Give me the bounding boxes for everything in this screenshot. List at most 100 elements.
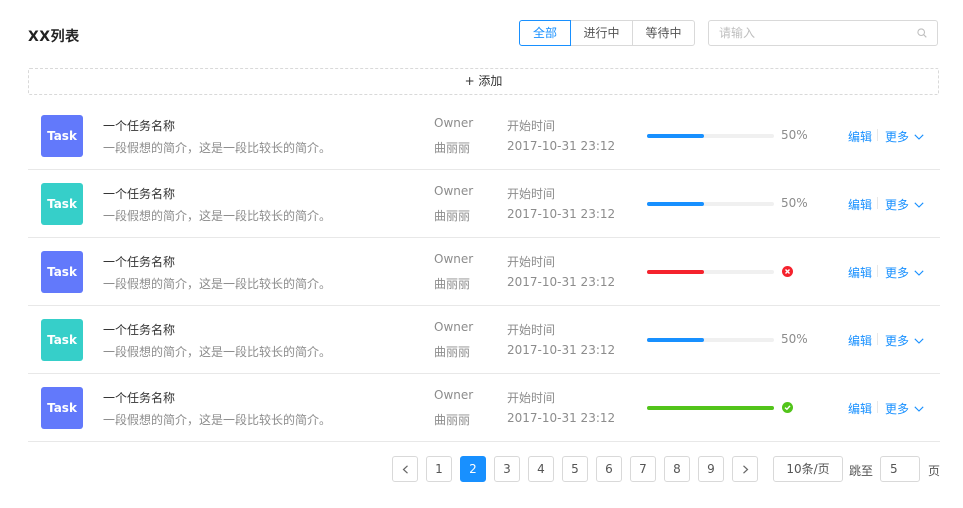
filter-all-button[interactable]: 全部	[519, 20, 571, 46]
avatar: Task	[41, 115, 83, 157]
filter-in-progress-button[interactable]: 进行中	[570, 20, 633, 46]
edit-link[interactable]: 编辑	[848, 332, 872, 349]
owner-name: 曲丽丽	[434, 413, 471, 427]
avatar: Task	[41, 387, 83, 429]
action-divider	[877, 401, 878, 413]
action-divider	[877, 333, 878, 345]
page-suffix: 页	[928, 464, 941, 478]
edit-link[interactable]: 编辑	[848, 264, 872, 281]
chevron-down-icon	[914, 405, 924, 412]
more-label: 更多	[885, 402, 910, 416]
progress-bar	[647, 406, 774, 410]
owner-label: Owner	[434, 252, 474, 266]
task-description: 一段假想的简介，这是一段比较长的简介。	[103, 277, 332, 291]
owner-label: Owner	[434, 320, 474, 334]
owner-name: 曲丽丽	[434, 277, 471, 291]
progress-percent: 50%	[781, 196, 808, 210]
avatar: Task	[41, 183, 83, 225]
task-name: 一个任务名称	[103, 119, 176, 133]
progress-bar	[647, 270, 774, 274]
more-label: 更多	[885, 198, 910, 212]
next-page-button[interactable]	[732, 456, 758, 482]
list-item: Task 一个任务名称 一段假想的简介，这是一段比较长的简介。 Owner 曲丽…	[28, 374, 940, 442]
progress-bar-fill	[647, 134, 705, 138]
add-task-button[interactable]: + 添加	[28, 68, 939, 95]
page-4-button[interactable]: 4	[528, 456, 554, 482]
more-label: 更多	[885, 266, 910, 280]
owner-label: Owner	[434, 388, 474, 402]
owner-name: 曲丽丽	[434, 345, 471, 359]
page-5-button[interactable]: 5	[562, 456, 588, 482]
avatar: Task	[41, 251, 83, 293]
jump-label: 跳至	[849, 464, 874, 478]
start-time-value: 2017-10-31 23:12	[507, 343, 616, 357]
task-description: 一段假想的简介，这是一段比较长的简介。	[103, 141, 332, 155]
action-divider	[877, 265, 878, 277]
task-description: 一段假想的简介，这是一段比较长的简介。	[103, 413, 332, 427]
task-name: 一个任务名称	[103, 391, 176, 405]
start-time-value: 2017-10-31 23:12	[507, 411, 616, 425]
success-icon	[782, 402, 793, 413]
list-item: Task 一个任务名称 一段假想的简介，这是一段比较长的简介。 Owner 曲丽…	[28, 170, 940, 238]
page-9-button[interactable]: 9	[698, 456, 724, 482]
start-time-value: 2017-10-31 23:12	[507, 275, 616, 289]
owner-name: 曲丽丽	[434, 141, 471, 155]
progress-bar	[647, 134, 774, 138]
page-1-button[interactable]: 1	[426, 456, 452, 482]
page-3-button[interactable]: 3	[494, 456, 520, 482]
action-divider	[877, 129, 878, 141]
progress-bar	[647, 202, 774, 206]
progress-bar-fill	[647, 270, 705, 274]
start-time-label: 开始时间	[507, 255, 556, 269]
status-filter-group: 全部 进行中 等待中	[519, 20, 695, 46]
more-dropdown[interactable]: 更多	[885, 128, 924, 145]
start-time-value: 2017-10-31 23:12	[507, 139, 616, 153]
task-name: 一个任务名称	[103, 323, 176, 337]
chevron-left-icon	[402, 465, 408, 474]
edit-link[interactable]: 编辑	[848, 400, 872, 417]
owner-name: 曲丽丽	[434, 209, 471, 223]
search-input[interactable]	[719, 25, 909, 41]
page-6-button[interactable]: 6	[596, 456, 622, 482]
start-time-label: 开始时间	[507, 323, 556, 337]
page-2-button[interactable]: 2	[460, 456, 486, 482]
filter-waiting-button[interactable]: 等待中	[632, 20, 695, 46]
search-icon[interactable]	[917, 28, 927, 38]
more-dropdown[interactable]: 更多	[885, 196, 924, 213]
more-dropdown[interactable]: 更多	[885, 400, 924, 417]
more-label: 更多	[885, 130, 910, 144]
edit-link[interactable]: 编辑	[848, 196, 872, 213]
action-divider	[877, 197, 878, 209]
pagination: 123456789 10条/页 跳至 页	[0, 456, 963, 484]
page-size-select[interactable]: 10条/页	[773, 456, 843, 482]
more-dropdown[interactable]: 更多	[885, 332, 924, 349]
task-description: 一段假想的简介，这是一段比较长的简介。	[103, 345, 332, 359]
owner-label: Owner	[434, 116, 474, 130]
more-dropdown[interactable]: 更多	[885, 264, 924, 281]
progress-bar-fill	[647, 338, 705, 342]
chevron-right-icon	[743, 465, 749, 474]
task-list: Task 一个任务名称 一段假想的简介，这是一段比较长的简介。 Owner 曲丽…	[28, 102, 940, 442]
list-item: Task 一个任务名称 一段假想的简介，这是一段比较长的简介。 Owner 曲丽…	[28, 306, 940, 374]
start-time-label: 开始时间	[507, 119, 556, 133]
task-name: 一个任务名称	[103, 255, 176, 269]
search-box	[708, 20, 938, 46]
prev-page-button[interactable]	[392, 456, 418, 482]
start-time-label: 开始时间	[507, 391, 556, 405]
progress-percent: 50%	[781, 128, 808, 142]
progress-percent: 50%	[781, 332, 808, 346]
page-8-button[interactable]: 8	[664, 456, 690, 482]
list-item: Task 一个任务名称 一段假想的简介，这是一段比较长的简介。 Owner 曲丽…	[28, 102, 940, 170]
task-name: 一个任务名称	[103, 187, 176, 201]
list-item: Task 一个任务名称 一段假想的简介，这是一段比较长的简介。 Owner 曲丽…	[28, 238, 940, 306]
start-time-value: 2017-10-31 23:12	[507, 207, 616, 221]
owner-label: Owner	[434, 184, 474, 198]
chevron-down-icon	[914, 269, 924, 276]
jump-page-input[interactable]	[880, 456, 920, 482]
list-header: XX列表 全部 进行中 等待中	[0, 0, 963, 68]
edit-link[interactable]: 编辑	[848, 128, 872, 145]
progress-bar	[647, 338, 774, 342]
page-7-button[interactable]: 7	[630, 456, 656, 482]
error-icon	[782, 266, 793, 277]
start-time-label: 开始时间	[507, 187, 556, 201]
